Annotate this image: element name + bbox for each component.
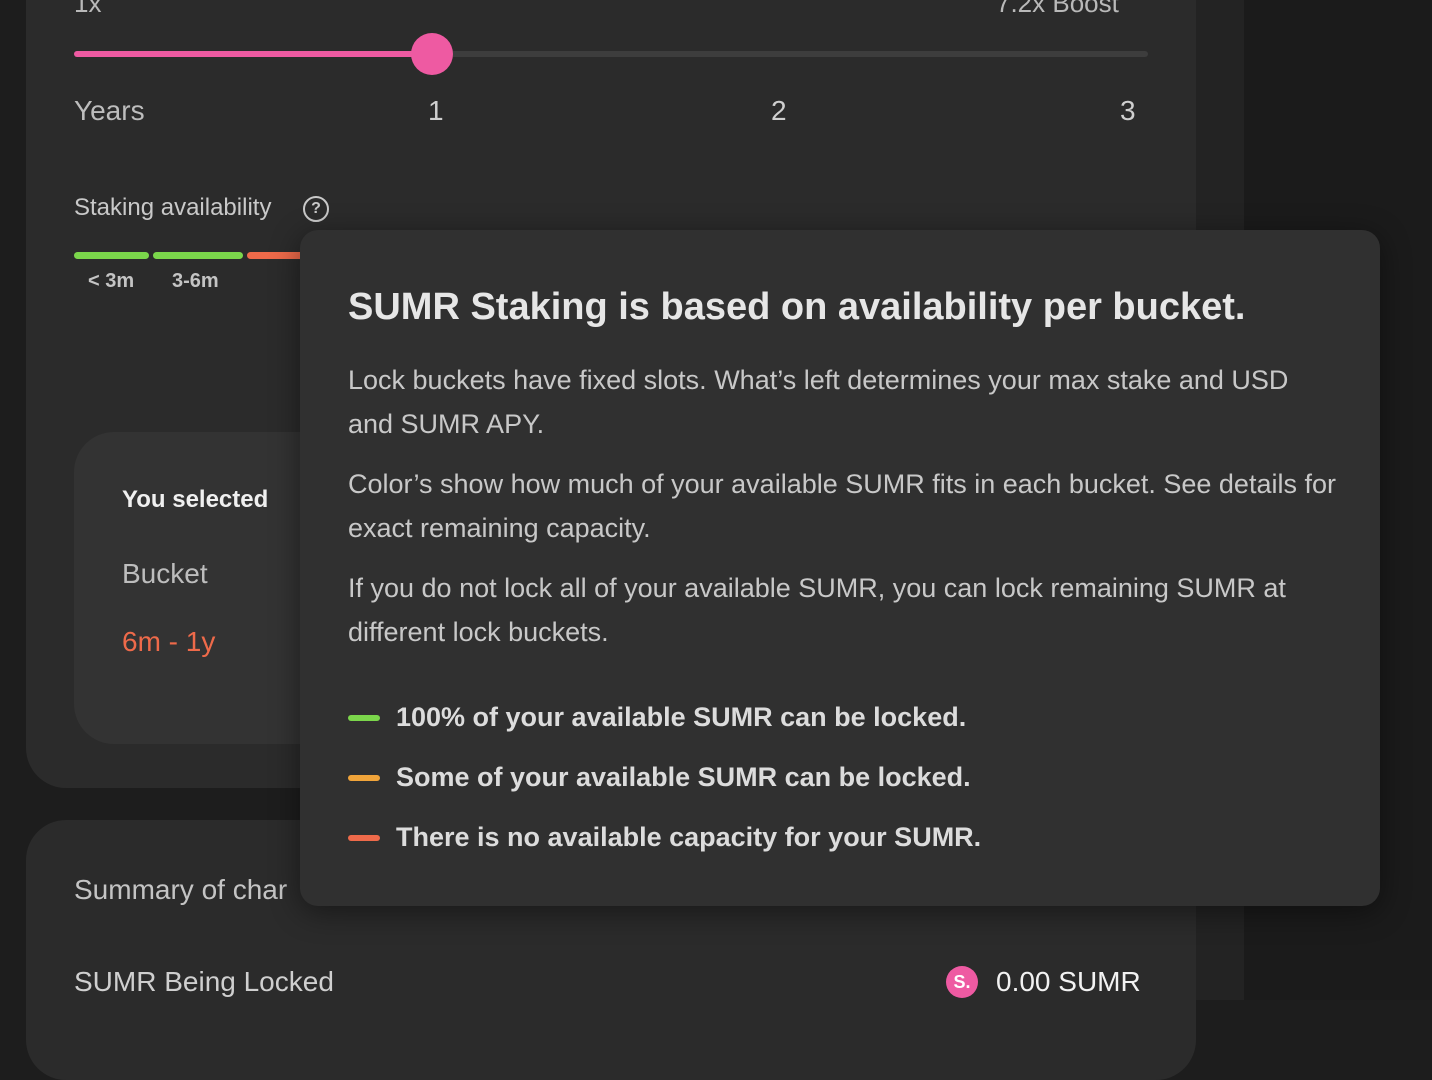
boost-min-label: 1x: [74, 0, 102, 18]
legend-text: Some of your available SUMR can be locke…: [396, 762, 971, 792]
sumr-being-locked-label: SUMR Being Locked: [74, 966, 334, 997]
bucket-key-label: Bucket: [122, 558, 208, 589]
legend-item-green: 100% of your available SUMR can be locke…: [348, 702, 966, 733]
bucket-bar-6m-1y[interactable]: [247, 252, 307, 259]
tooltip-paragraph: Color’s show how much of your available …: [348, 469, 1336, 543]
green-dash-icon: [348, 714, 380, 721]
bucket-bar-3-6m[interactable]: [153, 252, 243, 259]
year-tick-2: 2: [771, 95, 787, 126]
years-axis-label: Years: [74, 95, 145, 126]
staking-availability-tooltip: SUMR Staking is based on availability pe…: [300, 230, 1380, 906]
red-dash-icon: [348, 834, 380, 841]
year-tick-3: 3: [1120, 95, 1136, 126]
you-selected-heading: You selected: [122, 486, 269, 513]
legend-text: There is no available capacity for your …: [396, 822, 982, 852]
bucket-label-3-6m: 3-6m: [172, 270, 219, 292]
question-circle-icon[interactable]: ?: [303, 196, 329, 222]
staking-availability-label: Staking availability: [74, 194, 272, 221]
bucket-value: 6m - 1y: [122, 626, 216, 657]
summary-heading: Summary of char: [74, 874, 288, 905]
legend-text: 100% of your available SUMR can be locke…: [396, 702, 967, 732]
bucket-label-lt-3m: < 3m: [88, 270, 135, 292]
year-tick-1: 1: [428, 95, 444, 126]
boost-max-label: 7.2x Boost: [996, 0, 1119, 18]
tooltip-paragraph: Lock buckets have fixed slots. What’s le…: [348, 365, 1289, 439]
sumr-locked-value: 0.00 SUMR: [996, 966, 1141, 997]
tooltip-title: SUMR Staking is based on availability pe…: [348, 286, 1246, 328]
orange-dash-icon: [348, 774, 380, 781]
tooltip-paragraph: If you do not lock all of your available…: [348, 573, 1286, 647]
lock-duration-slider-fill: [74, 51, 432, 57]
legend-item-red: There is no available capacity for your …: [348, 822, 981, 853]
lock-duration-slider-thumb[interactable]: [413, 35, 451, 73]
sumr-coin-icon: S.: [946, 966, 978, 998]
bucket-bar-lt-3m[interactable]: [74, 252, 149, 259]
legend-item-orange: Some of your available SUMR can be locke…: [348, 762, 971, 793]
